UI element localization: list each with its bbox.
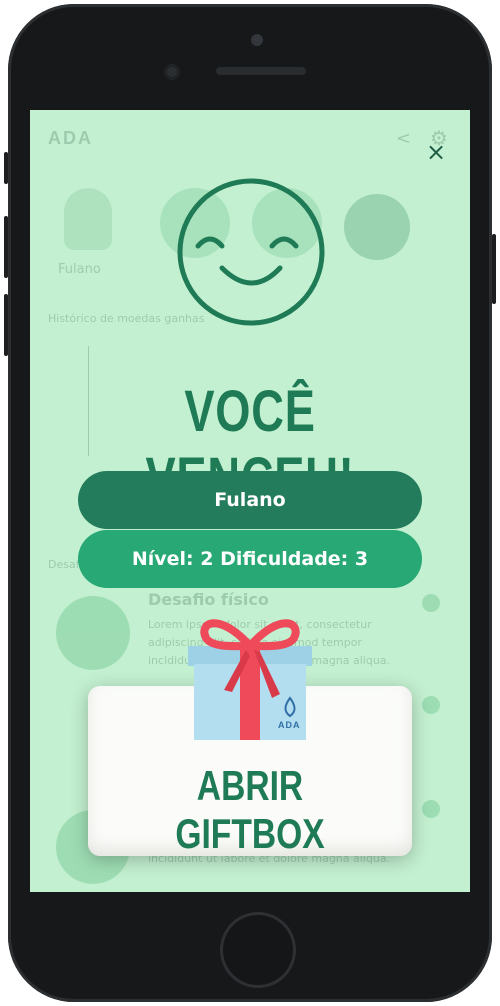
power-button <box>492 234 496 304</box>
level-difficulty-pill: Nível: 2 Dificuldade: 3 <box>78 530 422 588</box>
challenge-status-dot <box>422 696 440 714</box>
gift-brand-label: ADA <box>278 720 301 730</box>
challenge-status-dot <box>422 594 440 612</box>
challenge-avatar <box>56 596 130 670</box>
challenge-status-dot <box>422 800 440 818</box>
player-name-pill: Fulano <box>78 471 422 529</box>
mute-switch <box>4 152 8 184</box>
earpiece-speaker <box>216 67 306 75</box>
front-camera <box>251 34 263 46</box>
volume-down-button <box>4 294 8 356</box>
user-name: Fulano <box>58 262 101 277</box>
smiley-face-icon <box>177 178 325 326</box>
avatar <box>64 188 112 250</box>
app-logo: ADA <box>48 128 93 148</box>
home-button[interactable] <box>220 912 296 988</box>
app-screen: ADA < ⚙ Fulano Histórico de moedas ganha… <box>30 110 470 892</box>
coins-circle <box>344 194 410 260</box>
sensor <box>164 64 180 80</box>
open-giftbox-label: ABRIR GIFTBOX <box>175 762 325 857</box>
share-icon: < <box>396 128 412 149</box>
volume-up-button <box>4 216 8 278</box>
close-icon[interactable]: × <box>424 140 448 164</box>
